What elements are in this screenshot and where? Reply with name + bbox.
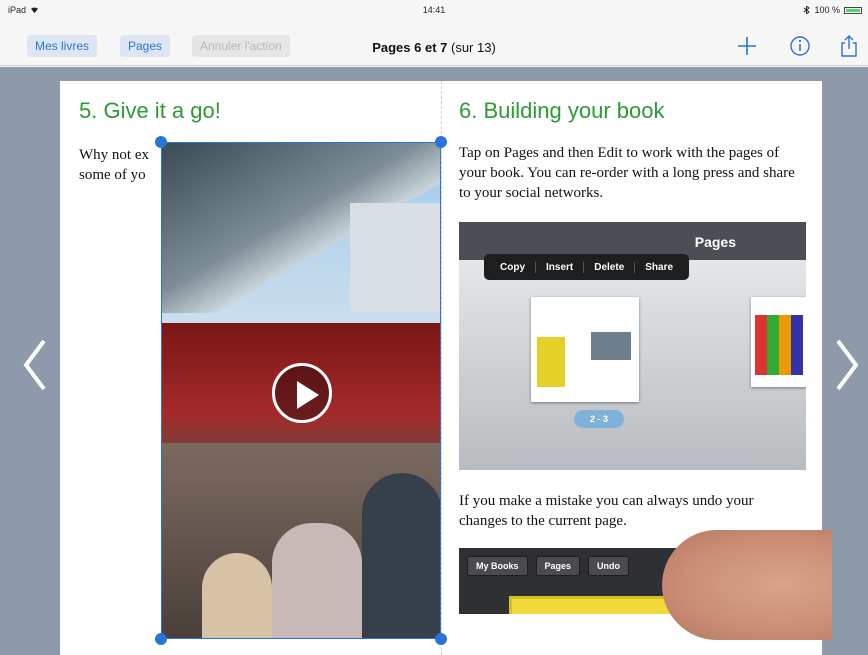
next-page-arrow[interactable] bbox=[832, 337, 862, 393]
context-menu-insert: Insert bbox=[536, 261, 585, 273]
video-frame-person bbox=[272, 523, 362, 638]
context-menu-share: Share bbox=[645, 261, 674, 273]
resize-handle-bottom-right[interactable] bbox=[435, 633, 447, 645]
ipad-screen: iPad 14:41 100 % Mes livres Pages Annule… bbox=[0, 0, 868, 655]
status-time: 14:41 bbox=[422, 5, 446, 15]
top-toolbar: Mes livres Pages Annuler l'action Pages … bbox=[0, 22, 868, 66]
video-frame-building-right bbox=[350, 203, 440, 313]
resize-handle-bottom-left[interactable] bbox=[155, 633, 167, 645]
page-title-main: Pages 6 et 7 bbox=[372, 40, 448, 55]
left-page-heading: 5. Give it a go! bbox=[79, 98, 221, 123]
bluetooth-icon bbox=[804, 6, 811, 14]
plus-icon[interactable] bbox=[735, 34, 759, 58]
previous-page-arrow[interactable] bbox=[20, 337, 50, 393]
info-icon[interactable] bbox=[788, 34, 812, 58]
status-right: 100 % bbox=[803, 5, 862, 15]
screenshot-undo-button: Undo bbox=[588, 556, 630, 576]
context-menu-copy: Copy bbox=[490, 261, 536, 273]
video-frame-person bbox=[202, 553, 272, 638]
pages-screenshot: Pages Copy Insert Delete Share 2 - 3 bbox=[459, 222, 806, 470]
resize-handle-top-left[interactable] bbox=[155, 136, 167, 148]
pages-screenshot-title: Pages bbox=[694, 234, 736, 250]
battery-icon bbox=[844, 6, 862, 14]
context-menu-delete: Delete bbox=[584, 261, 636, 273]
left-text-line-1: Why not ex bbox=[79, 147, 149, 163]
toolbar-screenshot-buttons: My Books Pages Undo bbox=[467, 556, 630, 576]
page-range-pill: 2 - 3 bbox=[574, 410, 624, 428]
resize-handle-top-right[interactable] bbox=[435, 136, 447, 148]
page-title-count: (sur 13) bbox=[447, 40, 496, 55]
context-menu: Copy Insert Delete Share bbox=[484, 254, 690, 280]
battery-percent: 100 % bbox=[814, 5, 840, 15]
left-page-text: Why not ex some of yo bbox=[79, 145, 169, 185]
page-thumbnail bbox=[751, 297, 806, 387]
finger-photo bbox=[662, 530, 832, 640]
screenshot-pages-button: Pages bbox=[535, 556, 581, 576]
page-gutter bbox=[441, 81, 442, 655]
video-widget[interactable] bbox=[161, 142, 441, 639]
left-text-line-2: some of yo bbox=[79, 167, 146, 183]
video-frame-person bbox=[362, 473, 440, 638]
right-page-paragraph-1: Tap on Pages and then Edit to work with … bbox=[459, 145, 795, 201]
share-icon[interactable] bbox=[837, 34, 861, 58]
right-page-heading: 6. Building your book bbox=[459, 98, 665, 123]
screenshot-my-books-button: My Books bbox=[467, 556, 528, 576]
status-bar: iPad 14:41 100 % bbox=[0, 0, 868, 22]
right-page-paragraph-2: If you make a mistake you can always und… bbox=[459, 493, 754, 529]
play-icon[interactable] bbox=[272, 363, 332, 423]
page-thumbnail bbox=[531, 297, 639, 402]
